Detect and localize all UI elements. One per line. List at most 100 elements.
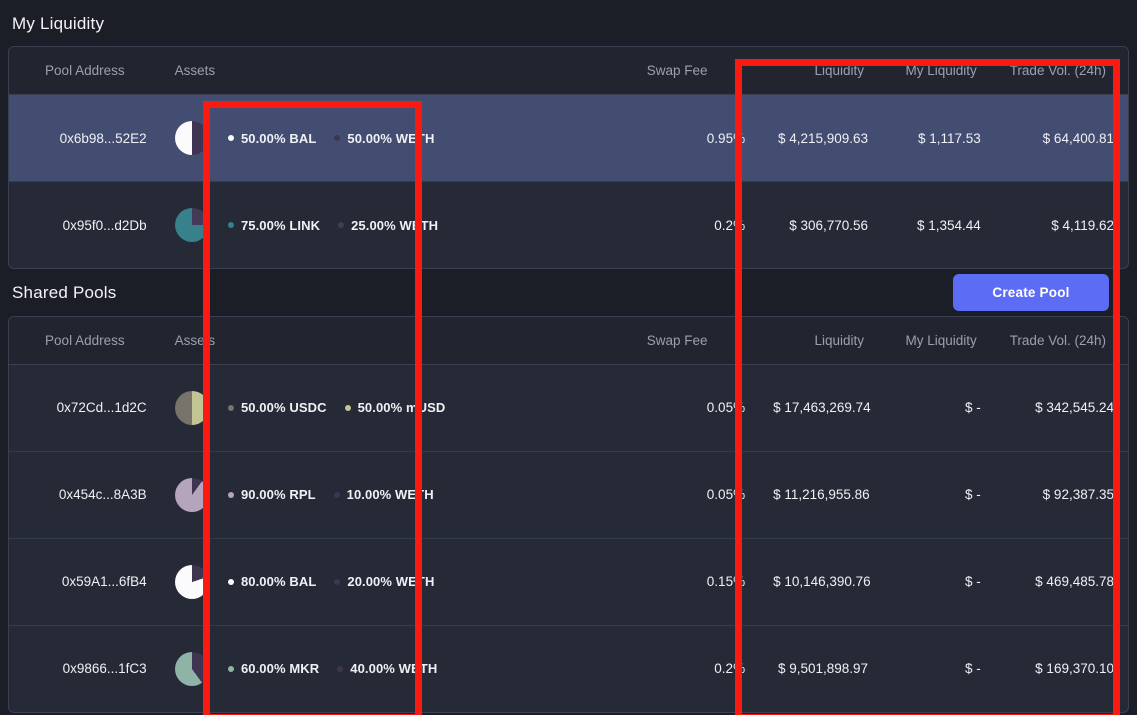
asset-chip: 60.00% MKR — [228, 661, 319, 676]
column-header-trade-volume[interactable]: Trade Vol. (24h) — [995, 317, 1128, 365]
asset-color-dot-icon — [228, 222, 234, 228]
cell-swap-fee: 0.15% — [595, 538, 759, 625]
asset-chip: 50.00% mUSD — [345, 400, 446, 415]
column-header-liquidity[interactable]: Liquidity — [759, 317, 882, 365]
asset-chip: 40.00% WETH — [337, 661, 437, 676]
table-row[interactable]: 0x6b98...52E2 50.00% BAL 50.00% WETH 0.95% $… — [9, 95, 1128, 182]
cell-asset-pie — [161, 625, 214, 712]
table-row[interactable]: 0x9866...1fC360.00% MKR40.00% WETH0.2%$ … — [9, 625, 1128, 712]
my-liquidity-table-card: Pool Address Assets Swap Fee Liquidity M… — [8, 46, 1129, 269]
cell-trade-volume: $ 469,485.78 — [995, 538, 1128, 625]
asset-chip: 50.00% USDC — [228, 400, 327, 415]
asset-color-dot-icon — [337, 666, 343, 672]
column-header-pool-address[interactable]: Pool Address — [9, 317, 161, 365]
create-pool-button[interactable]: Create Pool — [953, 274, 1109, 311]
cell-my-liquidity: $ 1,354.44 — [882, 182, 995, 269]
asset-color-dot-icon — [228, 579, 234, 585]
table-row[interactable]: 0x454c...8A3B 90.00% RPL 10.00% WETH 0.05% $… — [9, 451, 1128, 538]
cell-asset-pie — [161, 95, 214, 182]
asset-chip: 90.00% RPL — [228, 487, 316, 502]
my-liquidity-table-body: 0x6b98...52E250.00% BAL50.00% WETH0.95%$… — [9, 95, 1128, 269]
pie-chart-icon — [175, 121, 209, 155]
asset-chip: 50.00% WETH — [334, 131, 434, 146]
asset-color-dot-icon — [228, 135, 234, 141]
table-row[interactable]: 0x72Cd...1d2C 50.00% USDC 50.00% mUSD 0.05%… — [9, 364, 1128, 451]
column-header-assets-spacer — [214, 317, 595, 365]
assets-list: 50.00% BAL 50.00% WETH — [228, 131, 581, 146]
table-row[interactable]: 0x59A1...6fB4 80.00% BAL 20.00% WETH 0.15% $… — [9, 538, 1128, 625]
pie-chart-icon — [175, 391, 209, 425]
cell-swap-fee: 0.95% — [595, 95, 759, 182]
column-header-liquidity[interactable]: Liquidity — [759, 47, 882, 95]
page-title: My Liquidity — [8, 0, 1129, 46]
column-header-trade-volume[interactable]: Trade Vol. (24h) — [995, 47, 1128, 95]
asset-chip: 10.00% WETH — [334, 487, 434, 502]
pie-chart-icon — [175, 478, 209, 512]
asset-color-dot-icon — [228, 666, 234, 672]
cell-trade-volume: $ 169,370.10 — [995, 625, 1128, 712]
cell-trade-volume: $ 92,387.35 — [995, 451, 1128, 538]
shared-pools-title: Shared Pools — [8, 269, 120, 315]
pie-chart-icon — [175, 208, 209, 242]
cell-swap-fee: 0.2% — [595, 182, 759, 269]
asset-color-dot-icon — [228, 405, 234, 411]
cell-assets: 60.00% MKR 40.00% WETH — [214, 625, 595, 712]
cell-my-liquidity: $ - — [882, 625, 995, 712]
shared-pools-table-card: Pool Address Assets Swap Fee Liquidity M… — [8, 316, 1129, 713]
column-header-assets-spacer — [214, 47, 595, 95]
pie-chart-icon — [175, 565, 209, 599]
cell-asset-pie — [161, 451, 214, 538]
my-liquidity-table-header: Pool Address Assets Swap Fee Liquidity M… — [9, 47, 1128, 95]
cell-asset-pie — [161, 538, 214, 625]
cell-assets: 90.00% RPL 10.00% WETH — [214, 451, 595, 538]
cell-my-liquidity: $ - — [882, 451, 995, 538]
pie-chart-icon — [175, 652, 209, 686]
assets-list: 50.00% USDC 50.00% mUSD — [228, 400, 581, 415]
shared-pools-table: Pool Address Assets Swap Fee Liquidity M… — [9, 317, 1128, 712]
column-header-swap-fee[interactable]: Swap Fee — [595, 47, 759, 95]
asset-chip: 20.00% WETH — [334, 574, 434, 589]
cell-swap-fee: 0.05% — [595, 364, 759, 451]
asset-label: 50.00% BAL — [241, 131, 316, 146]
cell-liquidity: $ 9,501,898.97 — [759, 625, 882, 712]
asset-label: 75.00% LINK — [241, 218, 320, 233]
table-header-row: Pool Address Assets Swap Fee Liquidity M… — [9, 317, 1128, 365]
asset-label: 10.00% WETH — [347, 487, 434, 502]
column-header-my-liquidity[interactable]: My Liquidity — [882, 317, 995, 365]
asset-label: 25.00% WETH — [351, 218, 438, 233]
table-header-row: Pool Address Assets Swap Fee Liquidity M… — [9, 47, 1128, 95]
asset-label: 50.00% WETH — [347, 131, 434, 146]
cell-pool-address[interactable]: 0x95f0...d2Db — [9, 182, 161, 269]
cell-trade-volume: $ 64,400.81 — [995, 95, 1128, 182]
cell-my-liquidity: $ - — [882, 538, 995, 625]
asset-label: 40.00% WETH — [350, 661, 437, 676]
assets-list: 90.00% RPL 10.00% WETH — [228, 487, 581, 502]
asset-color-dot-icon — [334, 135, 340, 141]
cell-pool-address[interactable]: 0x454c...8A3B — [9, 451, 161, 538]
shared-pools-table-body: 0x72Cd...1d2C 50.00% USDC 50.00% mUSD 0.05%… — [9, 364, 1128, 712]
column-header-my-liquidity[interactable]: My Liquidity — [882, 47, 995, 95]
asset-color-dot-icon — [228, 492, 234, 498]
cell-pool-address[interactable]: 0x6b98...52E2 — [9, 95, 161, 182]
assets-list: 80.00% BAL 20.00% WETH — [228, 574, 581, 589]
asset-color-dot-icon — [345, 405, 351, 411]
column-header-assets[interactable]: Assets — [161, 47, 214, 95]
asset-chip: 80.00% BAL — [228, 574, 316, 589]
cell-assets: 80.00% BAL 20.00% WETH — [214, 538, 595, 625]
column-header-swap-fee[interactable]: Swap Fee — [595, 317, 759, 365]
asset-chip: 25.00% WETH — [338, 218, 438, 233]
cell-assets: 75.00% LINK 25.00% WETH — [214, 182, 595, 269]
my-liquidity-table: Pool Address Assets Swap Fee Liquidity M… — [9, 47, 1128, 268]
cell-my-liquidity: $ - — [882, 364, 995, 451]
cell-liquidity: $ 306,770.56 — [759, 182, 882, 269]
asset-color-dot-icon — [338, 222, 344, 228]
cell-pool-address[interactable]: 0x72Cd...1d2C — [9, 364, 161, 451]
table-row[interactable]: 0x95f0...d2Db75.00% LINK25.00% WETH0.2%$… — [9, 182, 1128, 269]
cell-pool-address[interactable]: 0x59A1...6fB4 — [9, 538, 161, 625]
asset-label: 50.00% USDC — [241, 400, 327, 415]
column-header-assets[interactable]: Assets — [161, 317, 214, 365]
asset-chip: 75.00% LINK — [228, 218, 320, 233]
column-header-pool-address[interactable]: Pool Address — [9, 47, 161, 95]
cell-swap-fee: 0.05% — [595, 451, 759, 538]
cell-pool-address[interactable]: 0x9866...1fC3 — [9, 625, 161, 712]
